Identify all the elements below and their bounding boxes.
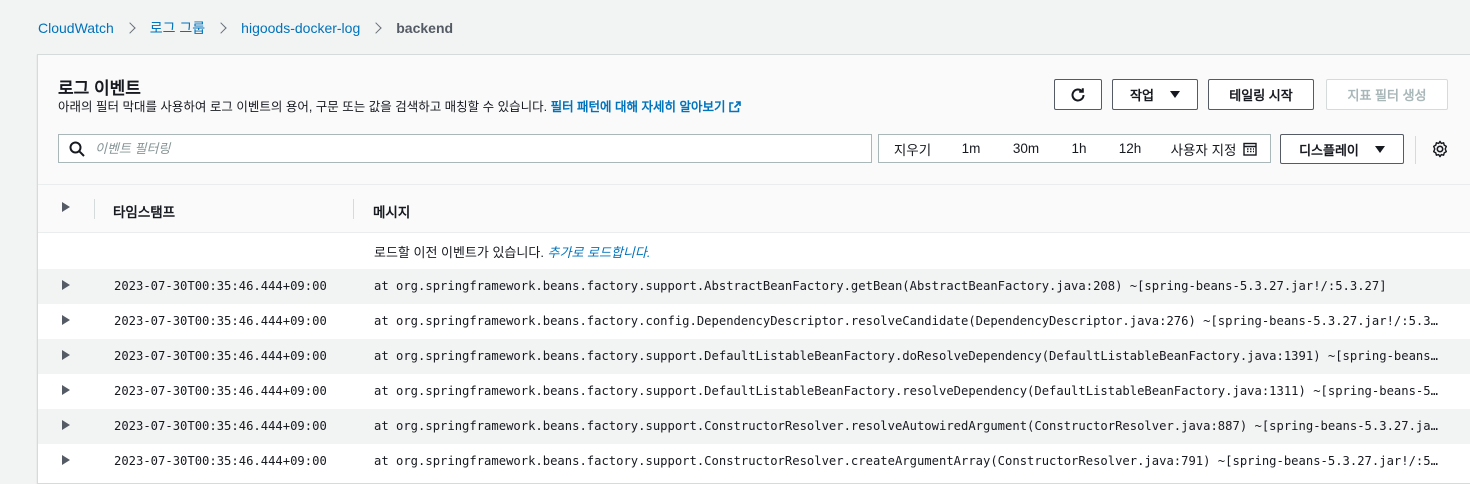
row-message: at org.springframework.beans.factory.sup… <box>374 384 1442 398</box>
column-divider <box>94 199 95 219</box>
row-message: at org.springframework.beans.factory.sup… <box>374 419 1442 433</box>
filter-pattern-help-link[interactable]: 필터 패턴에 대해 자세히 알아보기 <box>551 100 742 114</box>
time-range-selector: 지우기 1m 30m 1h 12h 사용자 지정 <box>878 134 1271 163</box>
caret-down-icon <box>1169 91 1180 98</box>
create-metric-filter-button[interactable]: 지표 필터 생성 <box>1326 79 1448 110</box>
row-timestamp: 2023-07-30T00:35:46.444+09:00 <box>114 349 327 363</box>
row-timestamp: 2023-07-30T00:35:46.444+09:00 <box>114 384 327 398</box>
log-row[interactable]: 2023-07-30T00:35:46.444+09:00 at org.spr… <box>38 304 1470 339</box>
log-row[interactable]: 2023-07-30T00:35:46.444+09:00 at org.spr… <box>38 269 1470 304</box>
time-range-custom[interactable]: 사용자 지정 <box>1158 135 1270 162</box>
time-range-clear[interactable]: 지우기 <box>879 135 946 162</box>
breadcrumb-current: backend <box>396 20 454 36</box>
breadcrumb: CloudWatch 로그 그룹 higoods-docker-log back… <box>38 19 453 37</box>
time-range-12h[interactable]: 12h <box>1102 135 1158 162</box>
breadcrumb-log-group[interactable]: higoods-docker-log <box>241 20 360 36</box>
actions-dropdown-button[interactable]: 작업 <box>1112 79 1198 110</box>
load-older-events: 로드할 이전 이벤트가 있습니다. 추가로 로드합니다. <box>374 242 650 261</box>
time-range-1m[interactable]: 1m <box>946 135 996 162</box>
row-message: at org.springframework.beans.factory.sup… <box>374 454 1442 468</box>
panel-description: 아래의 필터 막대를 사용하여 로그 이벤트의 용어, 구문 또는 값을 검색하… <box>58 96 742 115</box>
display-dropdown-button[interactable]: 디스플레이 <box>1280 134 1404 164</box>
log-row[interactable]: 2023-07-30T00:35:46.444+09:00 at org.spr… <box>38 409 1470 444</box>
row-message: at org.springframework.beans.factory.sup… <box>374 349 1442 363</box>
filter-events-input[interactable] <box>95 141 835 156</box>
expand-row-icon[interactable] <box>62 455 70 465</box>
description-text: 아래의 필터 막대를 사용하여 로그 이벤트의 용어, 구문 또는 값을 검색하… <box>58 100 551 114</box>
breadcrumb-log-groups[interactable]: 로그 그룹 <box>150 18 205 38</box>
log-row[interactable]: 2023-07-30T00:35:46.444+09:00 at org.spr… <box>38 339 1470 374</box>
gear-icon[interactable] <box>1431 140 1449 158</box>
row-timestamp: 2023-07-30T00:35:46.444+09:00 <box>114 279 327 293</box>
start-tailing-button[interactable]: 테일링 시작 <box>1208 79 1314 110</box>
log-row[interactable]: 2023-07-30T00:35:46.444+09:00 at org.spr… <box>38 444 1470 479</box>
chevron-right-icon <box>215 22 227 34</box>
log-row[interactable]: 2023-07-30T00:35:46.444+09:00 at org.spr… <box>38 374 1470 409</box>
row-timestamp: 2023-07-30T00:35:46.444+09:00 <box>114 454 327 468</box>
time-range-1h[interactable]: 1h <box>1056 135 1102 162</box>
expand-all-icon[interactable] <box>62 202 70 212</box>
expand-row-icon[interactable] <box>62 420 70 430</box>
display-label: 디스플레이 <box>1299 142 1359 158</box>
chevron-right-icon <box>124 22 136 34</box>
load-more-link[interactable]: 추가로 로드합니다. <box>548 245 651 260</box>
row-timestamp: 2023-07-30T00:35:46.444+09:00 <box>114 419 327 433</box>
load-older-text: 로드할 이전 이벤트가 있습니다. <box>374 245 548 260</box>
column-timestamp[interactable]: 타임스탬프 <box>113 201 175 221</box>
breadcrumb-cloudwatch[interactable]: CloudWatch <box>38 20 114 36</box>
search-icon <box>69 141 85 157</box>
time-range-30m[interactable]: 30m <box>996 135 1056 162</box>
caret-down-icon <box>1374 145 1385 153</box>
row-message: at org.springframework.beans.factory.con… <box>374 314 1442 328</box>
external-link-icon <box>729 101 742 113</box>
row-message: at org.springframework.beans.factory.sup… <box>374 279 1387 293</box>
expand-row-icon[interactable] <box>62 280 70 290</box>
time-range-custom-label: 사용자 지정 <box>1170 142 1237 158</box>
refresh-icon <box>1071 87 1085 101</box>
table-header: 타임스탬프 메시지 <box>38 185 1470 233</box>
actions-label: 작업 <box>1130 88 1154 103</box>
row-timestamp: 2023-07-30T00:35:46.444+09:00 <box>114 314 327 328</box>
log-events-panel: 로그 이벤트 아래의 필터 막대를 사용하여 로그 이벤트의 용어, 구문 또는… <box>37 54 1470 484</box>
chevron-right-icon <box>370 22 382 34</box>
expand-row-icon[interactable] <box>62 350 70 360</box>
calendar-icon <box>1243 142 1258 156</box>
column-message[interactable]: 메시지 <box>373 201 410 221</box>
expand-row-icon[interactable] <box>62 315 70 325</box>
column-divider <box>353 199 354 219</box>
filter-pattern-help-link-text: 필터 패턴에 대해 자세히 알아보기 <box>550 100 726 114</box>
divider <box>1415 136 1416 164</box>
load-older-events-row: 로드할 이전 이벤트가 있습니다. 추가로 로드합니다. <box>38 234 1470 269</box>
filter-events-search <box>58 134 872 163</box>
expand-row-icon[interactable] <box>62 385 70 395</box>
panel-header: 로그 이벤트 아래의 필터 막대를 사용하여 로그 이벤트의 용어, 구문 또는… <box>38 55 1470 185</box>
refresh-button[interactable] <box>1054 79 1102 110</box>
